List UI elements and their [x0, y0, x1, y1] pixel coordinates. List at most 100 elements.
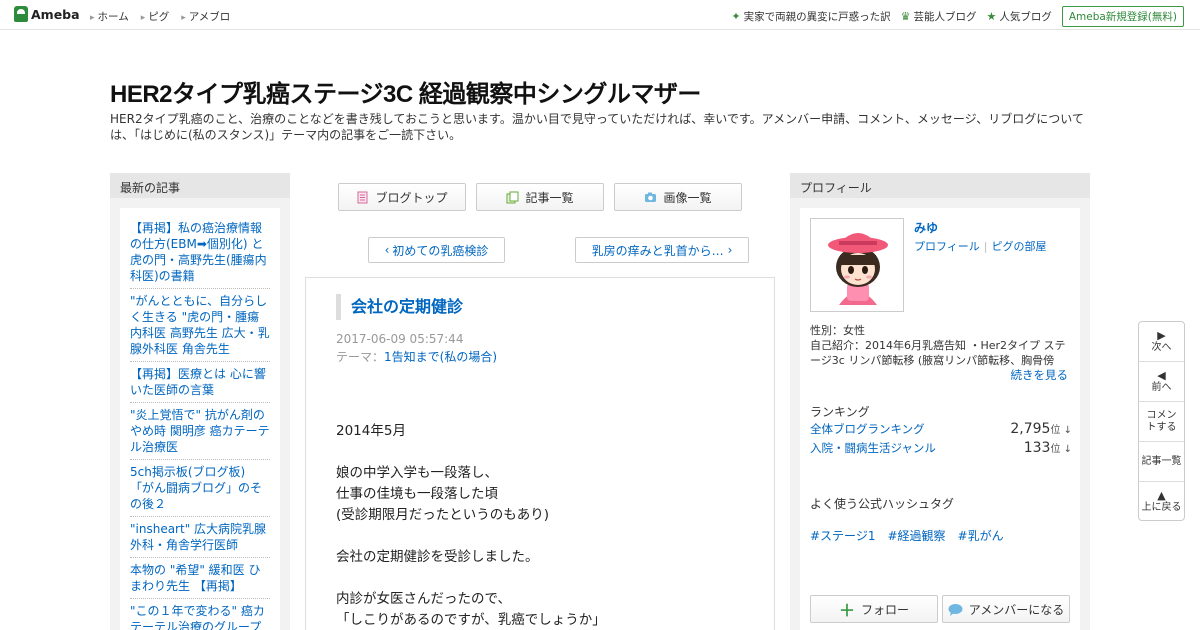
recent-article-link[interactable]: 本物の "希望" 緩和医 ひまわり先生 【再掲】: [130, 558, 270, 599]
nav-home[interactable]: ホーム: [90, 9, 129, 24]
follow-button[interactable]: ＋ フォロー: [810, 595, 938, 623]
article: 会社の定期健診 2017-06-09 05:57:44 テーマ：1告知まで(私の…: [305, 277, 775, 630]
recent-article-link[interactable]: "insheart" 広大病院乳腺外科・角舎学行医師: [130, 517, 270, 558]
article-list-button[interactable]: 記事一覧: [476, 183, 604, 211]
recent-article-link[interactable]: "炎上覚悟で" 抗がん剤のやめ時 関明彦 癌カテーテル治療医: [130, 403, 270, 460]
play-left-icon: ◀: [1157, 368, 1166, 382]
profile-links: プロフィール | ピグの部屋: [914, 238, 1047, 254]
chevron-left-icon: ‹: [384, 243, 390, 257]
ranking-heading: ランキング: [810, 405, 870, 419]
article-date: 2017-06-09 05:57:44: [336, 332, 464, 346]
body-line: 娘の中学入学も一段落し、: [336, 465, 498, 481]
body-line: [336, 568, 756, 589]
triangle-up-icon: ▲: [1157, 489, 1166, 502]
blog-title[interactable]: HER2タイプ乳癌ステージ3C 経過観察中シングルマザー: [110, 74, 701, 109]
avatar[interactable]: [810, 218, 904, 312]
profile-panel: プロフィール みゆ プロフィール | ピグの部屋 性別：女性 自己紹介：2014…: [790, 173, 1090, 630]
ranking-row: 全体ブログランキング 2,795位 ↓: [810, 421, 1072, 437]
play-right-icon: ▶: [1157, 328, 1166, 342]
popular-blog-link[interactable]: ★ 人気ブログ: [986, 9, 1051, 24]
recent-article-link[interactable]: "この１年で変わる" 癌カテーテル治療のグループ展開 関明彦医師: [130, 599, 270, 630]
recent-article-link[interactable]: 5ch掲示板(ブログ板) 「がん闘病ブログ」のその後２: [130, 460, 270, 517]
register-button[interactable]: Ameba新規登録(無料): [1061, 6, 1184, 27]
body-line: [336, 442, 756, 463]
ameba-logo-icon: [14, 6, 28, 22]
list-icon: [506, 191, 519, 203]
top-nav: ホーム ピグ アメブロ: [90, 9, 231, 24]
previous-article-label: 初めての乳癌検診: [392, 243, 489, 258]
body-line: 内診が女医さんだったので、: [336, 591, 511, 607]
profile-gender: 性別：女性: [810, 324, 865, 337]
amember-label: アメンバーになる: [968, 602, 1065, 617]
overall-ranking-value: 2,795位 ↓: [1010, 421, 1072, 437]
logo-text: Ameba: [31, 6, 80, 22]
float-prev-button[interactable]: ◀ 前へ: [1139, 362, 1184, 402]
overall-ranking-link[interactable]: 全体ブログランキング: [810, 421, 925, 437]
article-title[interactable]: 会社の定期健診: [336, 294, 463, 320]
blog-top-button[interactable]: ブログトップ: [338, 183, 466, 211]
hashtag-heading: よく使う公式ハッシュタグ: [810, 497, 955, 511]
genre-ranking-link[interactable]: 入院・闘病生活ジャンル: [810, 440, 936, 456]
float-next-button[interactable]: ▶ 次へ: [1139, 322, 1184, 362]
nav-ameblo[interactable]: アメブロ: [181, 9, 230, 24]
body-line: 2014年5月: [336, 423, 406, 439]
hashtag-link[interactable]: #ステージ1: [810, 527, 875, 544]
hashtag-list: #ステージ1 #経過観察 #乳がん: [810, 527, 1004, 544]
body-line: 仕事の佳境も一段落した頃: [336, 486, 498, 502]
top-right-links: ✦ 実家で両親の異変に戸惑った訳 ♛ 芸能人ブログ ★ 人気ブログ Ameba新規登録…: [731, 6, 1184, 27]
image-list-button[interactable]: 画像一覧: [614, 183, 742, 211]
profile-name[interactable]: みゆ: [914, 219, 938, 236]
article-body: 2014年5月 娘の中学入学も一段落し、 仕事の佳境も一段落した頃 (受診期限月…: [336, 421, 756, 630]
follow-label: フォロー: [861, 602, 910, 617]
profile-heading: プロフィール: [790, 173, 1090, 198]
top-bar: Ameba ホーム ピグ アメブロ ✦実家で両親の異変に戸惑った訳 ♛芸能人ブロ…: [0, 0, 1200, 30]
chat-bubble-icon: [948, 603, 963, 616]
theme-link[interactable]: 1告知まで(私の場合): [384, 350, 497, 364]
floating-nav: ▶ 次へ ◀ 前へ コメントする 記事一覧 ▲ 上に戻る: [1138, 321, 1185, 521]
recent-articles-panel: 最新の記事 【再掲】私の癌治療情報の仕方(EBM➡個別化) と虎の門・高野先生(…: [110, 173, 290, 630]
previous-article-button[interactable]: ‹ 初めての乳癌検診: [368, 237, 505, 263]
blog-icon: [357, 191, 368, 203]
recent-articles-heading: 最新の記事: [110, 173, 290, 198]
pigg-room-link[interactable]: ピグの部屋: [992, 240, 1047, 253]
profile-content: みゆ プロフィール | ピグの部屋 性別：女性 自己紹介：2014年6月乳癌告知 ・…: [800, 208, 1080, 630]
camera-icon: [645, 192, 657, 202]
body-line: [336, 526, 756, 547]
float-comment-button[interactable]: コメントする: [1139, 402, 1184, 442]
recent-articles-list: 【再掲】私の癌治療情報の仕方(EBM➡個別化) と虎の門・高野先生(腫瘍内科医)…: [120, 208, 280, 630]
promo-link[interactable]: ✦ 実家で両親の異変に戸惑った訳: [731, 9, 890, 24]
hashtag-link[interactable]: #経過観察: [887, 527, 945, 544]
sparkle-icon: ✦: [731, 10, 741, 23]
ameba-logo[interactable]: Ameba: [14, 6, 80, 22]
profile-intro: 自己紹介：2014年6月乳癌告知 ・Her2タイプ ステージ3c リンパ節転移 …: [810, 339, 1066, 367]
theme-label: テーマ：: [336, 350, 385, 364]
genre-ranking-value: 133位 ↓: [1023, 440, 1072, 456]
next-article-label: 乳房の痒みと乳首から…: [591, 243, 724, 258]
body-line: (受診期限月だったというのもあり): [336, 507, 550, 523]
float-back-to-top-button[interactable]: ▲ 上に戻る: [1139, 482, 1184, 522]
profile-link[interactable]: プロフィール: [914, 240, 980, 253]
ranking-row: 入院・闘病生活ジャンル 133位 ↓: [810, 440, 1072, 456]
crown-icon: ♛: [900, 10, 911, 23]
body-line: 会社の定期健診を受診しました。: [336, 549, 539, 565]
chevron-right-icon: ›: [727, 243, 733, 257]
amember-button[interactable]: アメンバーになる: [942, 595, 1070, 623]
blog-description: HER2タイプ乳癌のこと、治療のことなどを書き残しておこうと思います。温かい目で…: [110, 112, 1084, 142]
body-line: 「しこりがあるのですが、乳癌でしょうか」: [336, 612, 606, 628]
article-theme: テーマ：1告知まで(私の場合): [336, 348, 497, 365]
star-icon: ★: [986, 10, 997, 23]
plus-icon: ＋: [838, 601, 855, 620]
celebrity-blog-link[interactable]: ♛ 芸能人ブログ: [901, 9, 977, 24]
float-article-list-button[interactable]: 記事一覧: [1139, 442, 1184, 482]
image-list-label: 画像一覧: [663, 190, 712, 205]
next-article-button[interactable]: 乳房の痒みと乳首から… ›: [575, 237, 749, 263]
blog-top-label: ブログトップ: [375, 190, 448, 205]
recent-article-link[interactable]: 【再掲】私の癌治療情報の仕方(EBM➡個別化) と虎の門・高野先生(腫瘍内科医)…: [130, 216, 270, 289]
nav-pigg[interactable]: ピグ: [141, 9, 169, 24]
recent-article-link[interactable]: 【再掲】医療とは 心に響いた医師の言葉: [130, 362, 270, 403]
read-more-link[interactable]: 続きを見る: [1011, 367, 1069, 383]
link-separator: |: [983, 240, 988, 253]
avatar-illustration: [811, 219, 903, 311]
hashtag-link[interactable]: #乳がん: [958, 527, 1004, 544]
recent-article-link[interactable]: "がんとともに、自分らしく生きる "虎の門・腫瘍内科医 高野先生 広大・乳腺外科…: [130, 289, 270, 362]
